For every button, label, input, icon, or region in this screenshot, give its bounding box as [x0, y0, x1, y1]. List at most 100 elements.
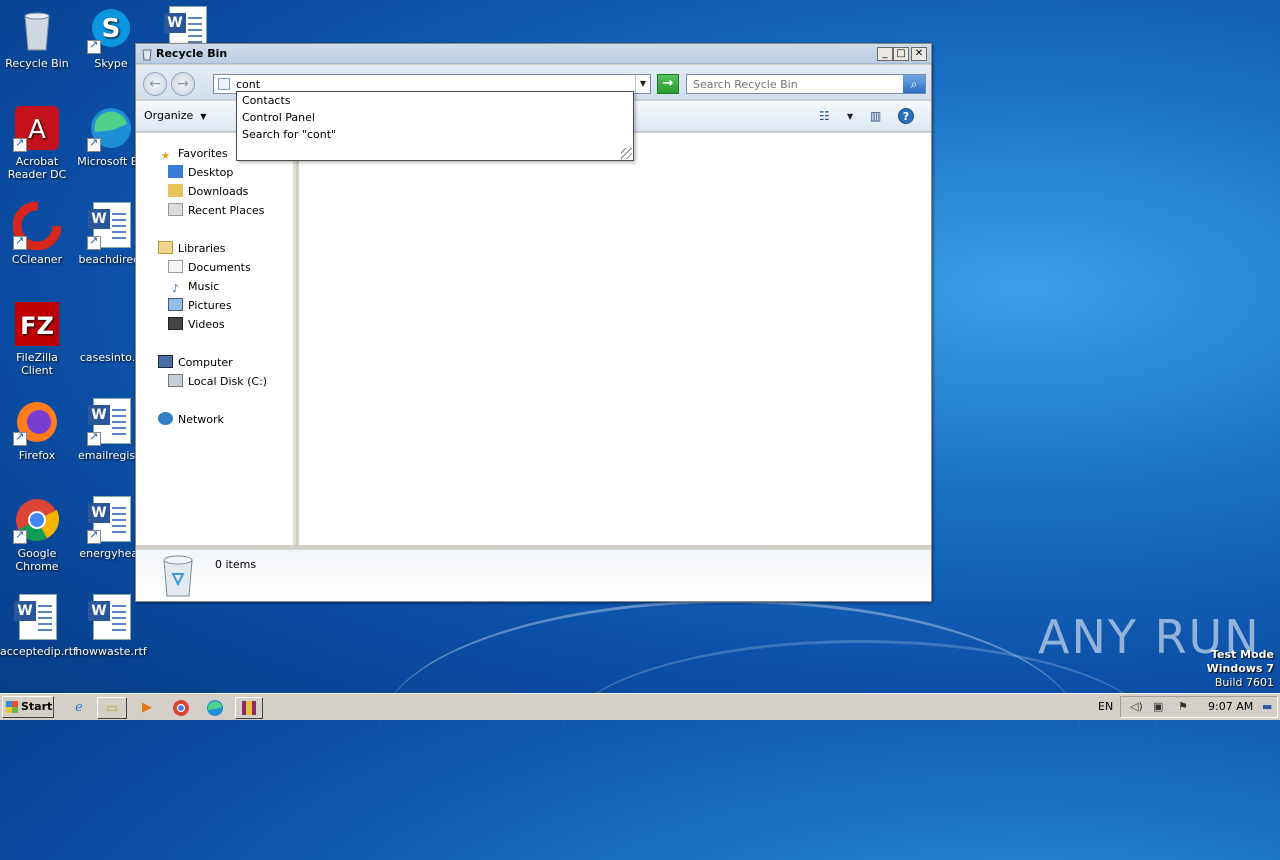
address-location-icon [218, 78, 230, 90]
navigation-pane: ★ Favorites Desktop Downloads Recent Plac… [136, 133, 296, 545]
help-icon[interactable]: ? [898, 108, 914, 124]
nav-label: Favorites [178, 147, 228, 160]
maximize-button[interactable]: □ [893, 47, 909, 61]
music-icon: ♪ [171, 282, 180, 295]
action-center-flag-icon[interactable]: ⚑ [1178, 700, 1188, 713]
document-icon [87, 300, 135, 348]
edge-taskbar-icon[interactable] [204, 697, 226, 719]
nav-label: Desktop [188, 166, 234, 179]
firefox-icon [13, 398, 61, 446]
windows-version-line: Windows 7 [1206, 662, 1274, 675]
details-pane: 0 items [136, 549, 931, 601]
close-button[interactable]: ✕ [911, 47, 927, 61]
desktop-icon-ccleaner[interactable]: CCleaner [0, 201, 74, 266]
desktop-icon [168, 165, 183, 178]
start-button[interactable]: Start [2, 696, 54, 718]
search-input[interactable] [691, 76, 901, 92]
svg-text:A: A [28, 115, 46, 145]
winrar-taskbar-icon[interactable] [235, 697, 263, 719]
view-options-chevron-icon[interactable]: ▼ [847, 112, 853, 121]
desktop-icon-label: Recycle Bin [5, 57, 69, 70]
desktop-icon-label: Google Chrome [15, 547, 59, 573]
videos-icon [168, 317, 183, 330]
title-bar[interactable]: Recycle Bin _ □ ✕ [136, 44, 931, 64]
minimize-button[interactable]: _ [877, 47, 893, 61]
svg-text:FZ: FZ [20, 312, 54, 340]
nav-videos[interactable]: Videos [168, 316, 225, 334]
nav-recent-places[interactable]: Recent Places [168, 202, 265, 220]
explorer-taskbar-icon[interactable]: ▭ [97, 697, 127, 719]
windows-logo-icon [6, 701, 18, 713]
autocomplete-item[interactable]: Search for "cont" [242, 127, 336, 143]
nav-network[interactable]: Network [158, 411, 224, 429]
recycle-bin-icon [163, 555, 193, 597]
nav-desktop[interactable]: Desktop [168, 164, 233, 182]
nav-local-disk[interactable]: Local Disk (C:) [168, 373, 267, 391]
back-button[interactable]: ← [143, 72, 167, 96]
recent-places-icon [168, 203, 183, 216]
taskbar: Start ℯ ▭ ▶ EN ◁) ▣ ⚑ 9:07 AM ▬ [0, 693, 1280, 720]
desktop-icon-howwaste[interactable]: W howwaste.rtf [74, 594, 148, 658]
edge-icon [87, 104, 135, 152]
nav-label: Computer [178, 356, 233, 369]
word-document-icon: W [87, 496, 135, 544]
address-input[interactable] [234, 76, 624, 92]
nav-computer[interactable]: Computer [158, 354, 233, 372]
desktop-icon-acrobat[interactable]: A Acrobat Reader DC [0, 104, 74, 181]
nav-downloads[interactable]: Downloads [168, 183, 248, 201]
nav-label: Local Disk (C:) [188, 375, 268, 388]
filezilla-icon: FZ [13, 300, 61, 348]
autocomplete-item[interactable]: Control Panel [242, 110, 315, 126]
chrome-taskbar-icon[interactable] [170, 697, 192, 719]
window-title: Recycle Bin [156, 47, 228, 60]
desktop-icon-label: Firefox [18, 449, 56, 462]
svg-text:S: S [102, 14, 121, 44]
show-desktop-icon[interactable]: ▬ [1262, 700, 1272, 713]
organize-label: Organize [144, 109, 194, 122]
word-document-icon: W [87, 202, 135, 250]
search-icon[interactable]: ⌕ [903, 75, 925, 93]
acrobat-icon: A [13, 104, 61, 152]
skype-icon: S [87, 6, 135, 54]
start-label: Start [21, 700, 53, 713]
desktop-icon-recycle-bin[interactable]: Recycle Bin [0, 6, 74, 70]
file-list-area[interactable] [299, 133, 931, 545]
desktop-icon-label: FileZilla Client [16, 351, 58, 377]
address-dropdown-button[interactable]: ▼ [635, 75, 650, 93]
desktop-icon-filezilla[interactable]: FZ FileZilla Client [0, 300, 74, 377]
preview-pane-icon[interactable]: ▥ [870, 109, 881, 123]
chrome-icon [13, 496, 61, 544]
item-count: 0 items [215, 558, 257, 571]
nav-label: Videos [188, 318, 225, 331]
word-document-icon: W [13, 594, 61, 642]
language-indicator[interactable]: EN [1098, 700, 1113, 713]
chevron-down-icon: ▼ [200, 112, 207, 121]
go-button[interactable]: → [657, 74, 679, 94]
volume-icon[interactable]: ◁) [1130, 700, 1143, 713]
forward-button[interactable]: → [171, 72, 195, 96]
nav-pictures[interactable]: Pictures [168, 297, 232, 315]
internet-explorer-icon[interactable]: ℯ [68, 697, 90, 719]
test-mode-line: Test Mode [1211, 648, 1274, 661]
desktop-icon-chrome[interactable]: Google Chrome [0, 496, 74, 573]
organize-button[interactable]: Organize ▼ [144, 109, 206, 122]
nav-label: Downloads [188, 185, 249, 198]
change-view-icon[interactable]: ☷ [819, 109, 830, 123]
nav-music[interactable]: ♪ Music [168, 278, 219, 296]
search-box[interactable]: ⌕ [686, 74, 926, 94]
system-clock[interactable]: 9:07 AM [1208, 700, 1253, 713]
media-player-icon[interactable]: ▶ [136, 697, 158, 719]
nav-label: Documents [188, 261, 251, 274]
desktop-icon-label: acceptedip.rtf [0, 645, 77, 658]
nav-label: Network [178, 413, 224, 426]
desktop-icon-firefox[interactable]: Firefox [0, 398, 74, 462]
network-tray-icon[interactable]: ▣ [1153, 700, 1163, 713]
desktop-icon-acceptedip[interactable]: W acceptedip.rtf [0, 594, 77, 658]
nav-libraries[interactable]: Libraries [158, 240, 226, 258]
hard-disk-icon [168, 374, 183, 387]
downloads-icon [168, 184, 183, 197]
nav-documents[interactable]: Documents [168, 259, 251, 277]
resize-grip[interactable] [621, 148, 632, 159]
autocomplete-item[interactable]: Contacts [242, 93, 291, 109]
nav-favorites[interactable]: ★ Favorites [158, 145, 228, 163]
